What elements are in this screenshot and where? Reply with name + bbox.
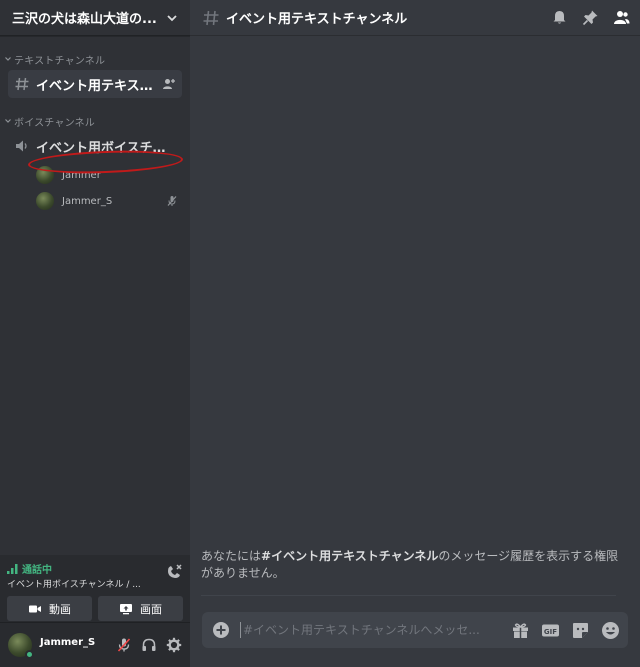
user-panel: Jammer_S	[0, 623, 190, 667]
category-label: テキストチャンネル	[14, 55, 106, 67]
server-header[interactable]: 三沢の犬は森山大道の...	[0, 0, 190, 36]
sticker-icon[interactable]	[571, 621, 590, 640]
member-list-icon[interactable]	[613, 9, 630, 26]
voice-user-jammer[interactable]: Jammer	[32, 162, 182, 188]
divider	[201, 595, 616, 596]
signal-icon	[7, 563, 18, 574]
channel-item-voice[interactable]: イベント用ボイスチャ...	[8, 132, 182, 160]
online-status-dot	[25, 650, 34, 659]
no-permission-channel: #イベント用テキストチャンネル	[261, 549, 439, 563]
emoji-icon[interactable]	[601, 621, 620, 640]
bell-icon[interactable]	[551, 9, 568, 26]
add-attachment-icon[interactable]	[212, 621, 230, 639]
video-camera-icon	[29, 605, 41, 612]
screen-share-icon	[120, 603, 132, 614]
voice-channel-path[interactable]: イベント用ボイスチャンネル / ...	[7, 577, 159, 590]
voice-user-name: Jammer	[62, 169, 101, 181]
hash-icon	[15, 77, 29, 91]
message-composer: GIF	[202, 612, 628, 648]
category-voice-channels[interactable]: ボイスチャンネル	[4, 114, 190, 129]
channel-title: イベント用テキストチャンネル	[226, 12, 408, 27]
avatar[interactable]	[8, 633, 34, 659]
headphones-icon[interactable]	[141, 637, 157, 653]
disconnect-icon[interactable]	[165, 563, 183, 581]
avatar	[36, 166, 54, 184]
channel-sidebar: 三沢の犬は森山大道の... テキストチャンネル イベント用テキスト... ボイス…	[0, 0, 190, 667]
username: Jammer_S	[40, 636, 96, 648]
hash-icon	[203, 10, 219, 25]
chevron-down-icon	[5, 119, 11, 123]
video-button-label: 動画	[49, 602, 71, 616]
channel-item-text[interactable]: イベント用テキスト...	[8, 70, 182, 98]
category-text-channels[interactable]: テキストチャンネル	[4, 52, 190, 67]
screen-button-label: 画面	[140, 602, 162, 616]
no-permission-message: あなたには#イベント用テキストチャンネルのメッセージ履歴を表示する権限がありませ…	[201, 548, 621, 582]
chevron-down-icon	[167, 14, 177, 21]
channel-name: イベント用テキスト...	[36, 78, 162, 94]
invite-icon[interactable]	[162, 77, 176, 91]
pin-icon[interactable]	[582, 9, 599, 26]
avatar	[36, 192, 54, 210]
svg-text:GIF: GIF	[544, 627, 557, 635]
speaker-icon	[16, 140, 27, 152]
voice-connection-panel: 通話中 イベント用ボイスチャンネル / ... 動画 画面	[0, 555, 190, 623]
screen-share-button[interactable]: 画面	[98, 596, 183, 621]
mic-muted-icon[interactable]	[116, 637, 132, 653]
message-input[interactable]	[240, 622, 500, 638]
gift-icon[interactable]	[511, 621, 530, 640]
server-name: 三沢の犬は森山大道の...	[12, 12, 157, 27]
main-panel: イベント用テキストチャンネル あなたには#イベント用テキストチャンネルのメッセー…	[190, 0, 640, 667]
voice-user-jammer-s[interactable]: Jammer_S	[32, 188, 182, 214]
mic-muted-icon	[167, 196, 177, 206]
voice-user-name: Jammer_S	[62, 195, 113, 207]
gear-icon[interactable]	[166, 637, 182, 653]
gif-icon[interactable]: GIF	[541, 621, 560, 640]
no-permission-prefix: あなたには	[201, 549, 262, 563]
chevron-down-icon	[5, 57, 11, 61]
category-label: ボイスチャンネル	[14, 117, 95, 129]
channel-name: イベント用ボイスチャ...	[36, 140, 176, 156]
channel-header: イベント用テキストチャンネル	[190, 0, 640, 36]
video-button[interactable]: 動画	[7, 596, 92, 621]
voice-status: 通話中	[22, 565, 52, 576]
